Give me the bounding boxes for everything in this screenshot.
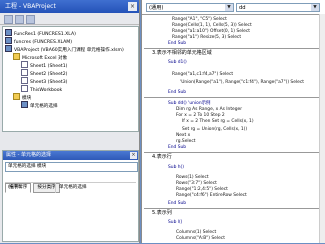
- project-explorer-title: 工程 - VBAProject: [5, 3, 56, 10]
- worksheet-icon: [21, 61, 28, 68]
- properties-tabs: 按字母序 按分类序: [5, 173, 136, 193]
- code-editor: (通用) ▼ dd ▼ Range("A1", "C5") Select Ran…: [141, 0, 325, 243]
- code-area[interactable]: Range("A1", "C5") Select Range(Cells(1, …: [142, 14, 325, 244]
- tree-item-modules[interactable]: 模块: [13, 93, 31, 101]
- folder-icon: [13, 93, 20, 100]
- properties-panel: 属性 - 单元格的选择 × 单元格的选择 模块 按字母序 按分类序 (名称) 单元…: [2, 150, 139, 242]
- code-line: Sub d1(): [168, 60, 187, 65]
- toggle-folders-button[interactable]: [26, 15, 35, 24]
- tree-item-vbaproject[interactable]: VBAProject (VBA60实用入门课程 单元格操作.xlsm): [5, 45, 124, 53]
- property-value[interactable]: 单元格的选择: [55, 183, 137, 193]
- project-explorer-panel: 工程 - VBAProject × FuncRes1 (FUNCRES1.XLA…: [0, 0, 140, 243]
- tree-item-excel-objects[interactable]: Microsoft Excel 对象: [13, 53, 67, 61]
- tree-item-sheet2[interactable]: Sheet2 (Sheet2): [21, 69, 67, 77]
- code-line: End Sub: [168, 201, 187, 206]
- properties-title: 属性 - 单元格的选择: [6, 152, 51, 158]
- project-tree: FuncRes1 (FUNCRES1.XLA) funcres (FUNCRES…: [2, 26, 139, 132]
- procedure-separator: [144, 97, 324, 98]
- code-comment: 5.表示列: [152, 210, 172, 216]
- view-object-button[interactable]: [15, 15, 24, 24]
- procedure-separator: [144, 48, 324, 49]
- close-icon[interactable]: ×: [128, 2, 137, 11]
- code-line: Set rg = Union(rg, Cells(x, 1)): [182, 127, 248, 132]
- close-icon[interactable]: ×: [130, 152, 137, 159]
- project-explorer-titlebar: 工程 - VBAProject ×: [0, 0, 139, 13]
- tree-item-label: 单元格的选择: [30, 104, 58, 109]
- tree-item-funcres[interactable]: funcres (FUNCRES.XLAM): [5, 37, 72, 45]
- code-line: End Sub: [168, 90, 187, 95]
- tree-item-sheet1[interactable]: Sheet1 (Sheet1): [21, 61, 67, 69]
- project-explorer-toolbar: [0, 13, 139, 25]
- code-line: End Sub: [168, 145, 187, 150]
- project-icon: [5, 37, 12, 44]
- properties-grid-row[interactable]: (名称) 单元格的选择: [5, 182, 136, 193]
- folder-icon: [13, 53, 20, 60]
- properties-titlebar: 属性 - 单元格的选择 ×: [3, 151, 138, 160]
- tree-item-funcres1[interactable]: FuncRes1 (FUNCRES1.XLA): [5, 29, 76, 37]
- chevron-down-icon[interactable]: ▼: [225, 4, 233, 11]
- procedure-combo[interactable]: dd ▼: [236, 3, 320, 12]
- view-code-button[interactable]: [4, 15, 13, 24]
- project-icon: [5, 29, 12, 36]
- code-line: Range("a1,c1:f4,a7") Select: [172, 72, 234, 77]
- code-line: Columns("A:B") Select: [176, 236, 225, 241]
- worksheet-icon: [21, 69, 28, 76]
- workbook-icon: [21, 85, 28, 92]
- code-line: Sub h(): [168, 165, 184, 170]
- project-icon: [5, 45, 12, 52]
- code-line: Range("c4:f6") EntireRow Select: [176, 193, 247, 198]
- tree-item-thisworkbook[interactable]: ThisWorkbook: [21, 85, 62, 93]
- tree-item-module-selection[interactable]: 单元格的选择: [21, 101, 58, 109]
- worksheet-icon: [21, 77, 28, 84]
- code-line: 'Union(Range("a1"), Range("c1:f4"), Rang…: [180, 80, 304, 85]
- code-comment: 3.表示不相邻的单元格区域: [152, 50, 212, 56]
- procedure-combo-value: dd: [239, 5, 246, 11]
- procedure-separator: [144, 152, 324, 153]
- code-comment: 4.表示行: [152, 154, 172, 160]
- tree-item-label: ThisWorkbook: [30, 88, 63, 93]
- vertical-scrollbar[interactable]: [319, 14, 325, 243]
- module-icon: [21, 101, 28, 108]
- tree-item-sheet3[interactable]: Sheet3 (Sheet3): [21, 77, 67, 85]
- property-name: (名称): [8, 185, 21, 190]
- object-combo[interactable]: (通用) ▼: [146, 3, 234, 12]
- procedure-separator: [144, 208, 324, 209]
- code-line: If x = 2 Then Set rg = Cells(x, 1): [182, 119, 254, 124]
- chevron-down-icon[interactable]: ▼: [311, 4, 319, 11]
- properties-object-combo[interactable]: 单元格的选择 模块: [5, 162, 138, 172]
- code-line: Sub l(): [168, 220, 183, 225]
- code-line: End Sub: [168, 41, 187, 46]
- object-combo-value: (通用): [149, 5, 164, 11]
